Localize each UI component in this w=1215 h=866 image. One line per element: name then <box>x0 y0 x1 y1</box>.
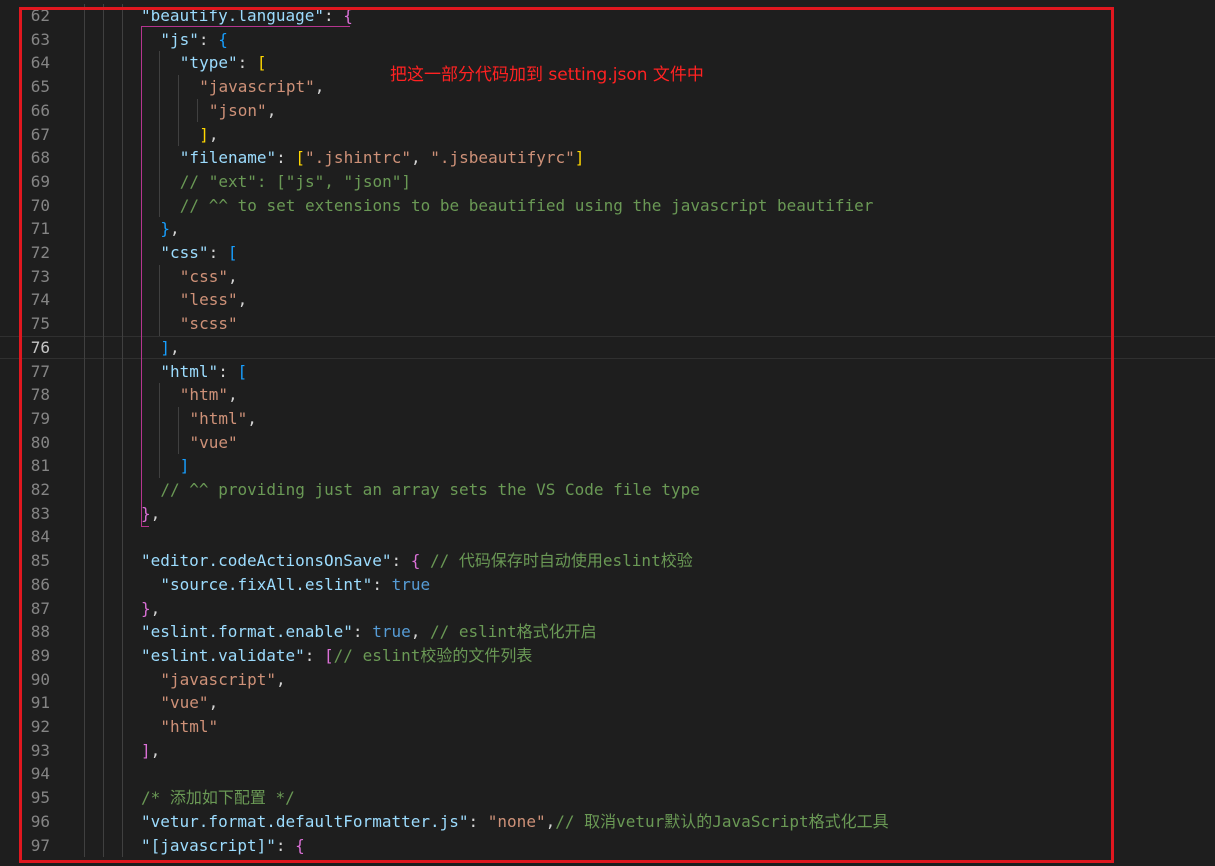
highlight-box <box>19 7 1114 863</box>
